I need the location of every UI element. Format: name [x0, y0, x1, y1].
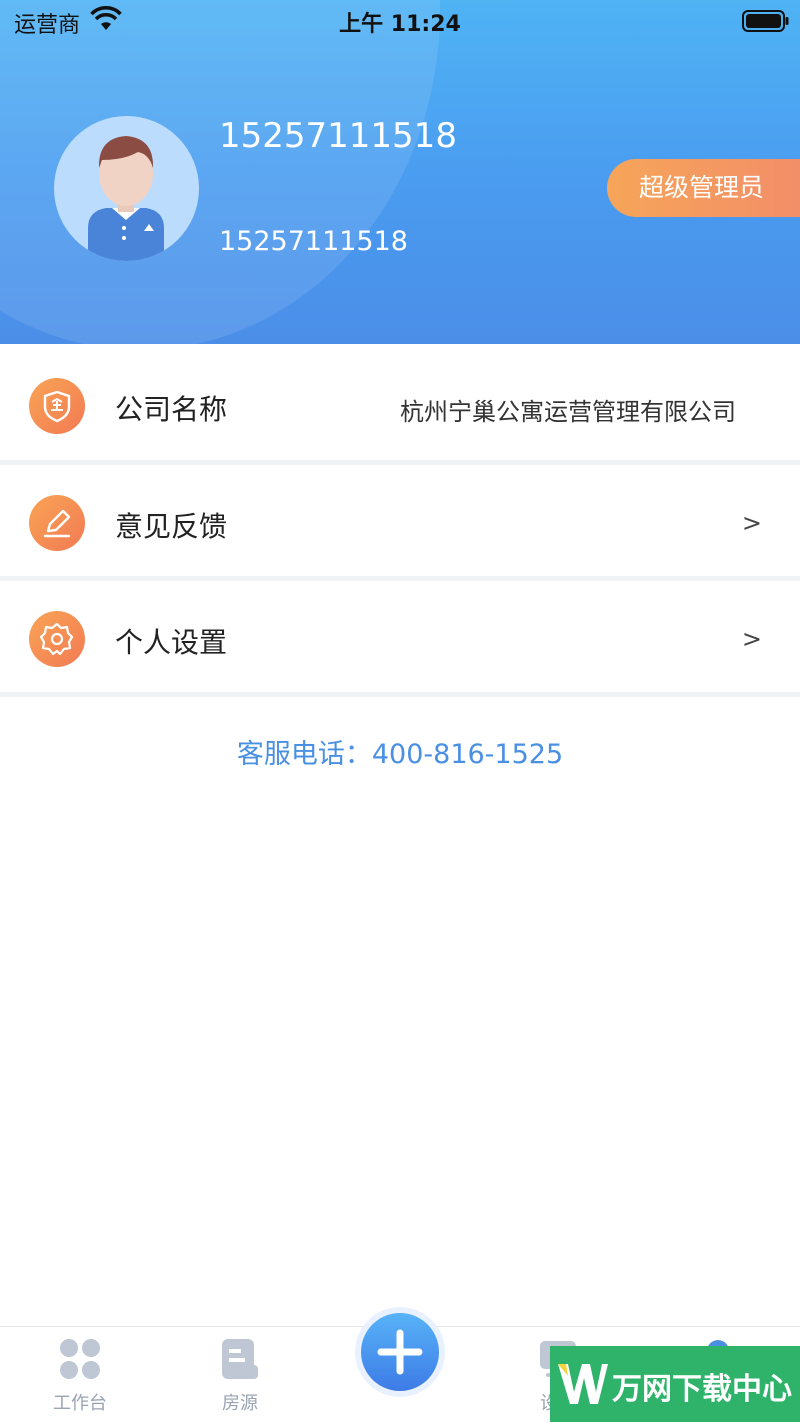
avatar[interactable]	[54, 116, 199, 261]
role-badge: 超级管理员	[607, 159, 800, 217]
chevron-right-icon: >	[741, 509, 762, 537]
customer-service-hotline[interactable]: 客服电话：400-816-1525	[0, 732, 800, 771]
menu-row-settings[interactable]: 个人设置 >	[0, 581, 800, 693]
status-bar: 运营商 上午 11:24	[0, 0, 800, 40]
battery-icon	[742, 10, 790, 36]
workbench-grid-icon	[58, 1339, 102, 1385]
menu-label-feedback: 意见反馈	[115, 510, 228, 543]
divider	[0, 692, 800, 697]
company-shield-icon	[29, 378, 85, 434]
menu-row-company: 公司名称 杭州宁巢公寓运营管理有限公司	[0, 348, 800, 460]
menu-label-settings: 个人设置	[115, 626, 228, 659]
watermark-logo-icon	[556, 1358, 610, 1412]
tab-workbench[interactable]: 工作台	[20, 1337, 140, 1415]
tab-listings[interactable]: 房源	[180, 1337, 300, 1415]
company-name-value: 杭州宁巢公寓运营管理有限公司	[400, 398, 736, 426]
plus-icon	[361, 1313, 439, 1391]
menu-row-feedback[interactable]: 意见反馈 >	[0, 465, 800, 577]
user-name: 15257111518	[219, 116, 457, 156]
watermark-banner: 万网下载中心	[550, 1346, 800, 1422]
user-phone: 15257111518	[219, 226, 408, 257]
gear-icon	[29, 611, 85, 667]
chevron-right-icon: >	[741, 625, 762, 653]
pencil-icon	[29, 495, 85, 551]
watermark-text: 万网下载中心	[612, 1372, 792, 1407]
add-button[interactable]	[355, 1307, 445, 1397]
document-icon	[218, 1339, 262, 1385]
clock: 上午 11:24	[339, 12, 461, 37]
profile-header: 运营商 上午 11:24 15257111518 15257111518 超级管…	[0, 0, 800, 344]
tab-label: 房源	[222, 1393, 258, 1414]
menu-label-company: 公司名称	[115, 393, 228, 426]
tab-label: 工作台	[53, 1393, 107, 1414]
